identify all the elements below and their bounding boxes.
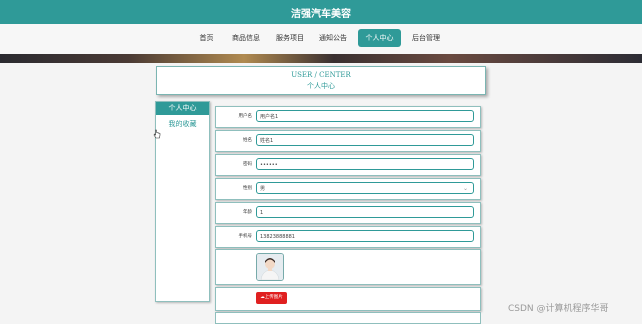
nav-item-user-center[interactable]: 个人中心 — [358, 29, 401, 47]
username-input[interactable]: 用户名1 — [256, 110, 474, 122]
phone-input[interactable]: 13823888881 — [256, 230, 474, 242]
form-row-age: 年龄 1 — [215, 202, 481, 224]
age-label: 年龄 — [243, 210, 252, 215]
form-row-photo — [215, 249, 481, 285]
banner-image — [0, 54, 642, 63]
upload-image-button[interactable]: ☁上传图片 — [256, 292, 287, 304]
form-row-upload: ☁上传图片 — [215, 287, 481, 311]
password-label: 密码 — [243, 162, 252, 167]
site-title: 洁强汽车美容 — [291, 9, 351, 20]
watermark-text: CSDN @计算机程序华哥 — [508, 304, 609, 314]
age-input[interactable]: 1 — [256, 206, 474, 218]
nav-item-notices[interactable]: 通知公告 — [315, 29, 351, 47]
nav-item-products[interactable]: 商品信息 — [228, 29, 264, 47]
avatar[interactable] — [256, 253, 284, 281]
section-title-en: USER / CENTER — [291, 71, 351, 79]
sidebar-item-user-center[interactable]: 个人中心 — [156, 102, 209, 115]
nav-item-admin[interactable]: 后台管理 — [408, 29, 444, 47]
gender-label: 性别 — [243, 186, 252, 191]
nav-item-services[interactable]: 服务项目 — [272, 29, 308, 47]
form-row-password: 密码 •••••• — [215, 154, 481, 176]
nav-item-home[interactable]: 首页 — [193, 29, 220, 47]
username-label: 用户名 — [238, 114, 253, 119]
form-row-phone: 手机号 13823888881 — [215, 226, 481, 248]
form-row-gender: 性别 男 ⌄ — [215, 178, 481, 200]
sidebar-item-favorites[interactable]: 我的收藏 — [156, 118, 209, 131]
main-nav: 首页 商品信息 服务项目 通知公告 个人中心 后台管理 — [0, 24, 642, 54]
sidebar-menu: 个人中心 我的收藏 — [155, 101, 210, 302]
form-row-username: 用户名 用户名1 — [215, 106, 481, 128]
gender-select[interactable]: 男 ⌄ — [256, 182, 474, 194]
name-input[interactable]: 姓名1 — [256, 134, 474, 146]
gender-value: 男 — [260, 186, 266, 192]
mouse-cursor-icon — [153, 124, 161, 143]
chevron-down-icon: ⌄ — [462, 185, 468, 192]
name-label: 姓名 — [243, 138, 252, 143]
top-header-bar: 洁强汽车美容 — [0, 0, 642, 24]
password-input[interactable]: •••••• — [256, 158, 474, 170]
upload-button-label: 上传图片 — [264, 295, 283, 300]
phone-label: 手机号 — [238, 234, 253, 239]
section-title-cn: 个人中心 — [307, 82, 335, 90]
form-row-next — [215, 312, 481, 324]
form-row-name: 姓名 姓名1 — [215, 130, 481, 152]
section-header: USER / CENTER 个人中心 — [156, 66, 486, 95]
